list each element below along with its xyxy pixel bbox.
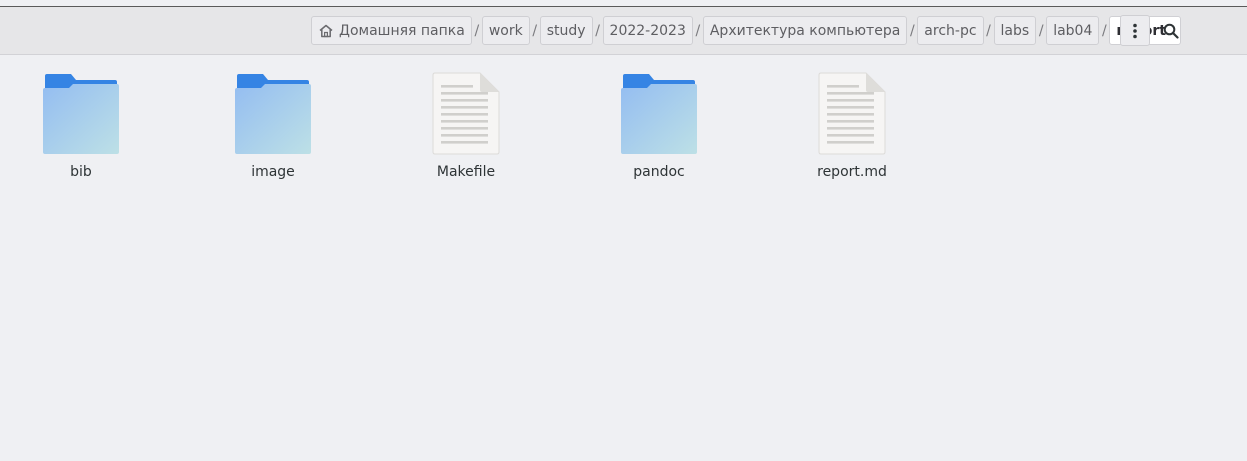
file-name: report.md <box>817 164 887 180</box>
search-button[interactable] <box>1156 15 1186 46</box>
breadcrumb-lab04[interactable]: lab04 <box>1046 16 1100 45</box>
home-icon <box>319 24 333 37</box>
text-file-icon <box>818 72 886 155</box>
breadcrumb-separator: / <box>532 22 538 39</box>
breadcrumb-home-label: Домашняя папка <box>339 22 465 39</box>
file-name: pandoc <box>633 164 685 180</box>
breadcrumb: Домашняя папка / work / study / 2022-202… <box>311 15 1182 46</box>
file-name: image <box>251 164 295 180</box>
breadcrumb-separator: / <box>1102 22 1107 39</box>
breadcrumb-separator: / <box>1038 22 1044 39</box>
breadcrumb-architecture[interactable]: Архитектура компьютера <box>702 16 908 45</box>
file-name: Makefile <box>436 164 496 180</box>
file-item-folder[interactable]: pandoc <box>604 70 714 180</box>
breadcrumb-work[interactable]: work <box>481 16 530 45</box>
breadcrumb-separator: / <box>986 22 991 39</box>
breadcrumb-arch-pc[interactable]: arch-pc <box>917 16 984 45</box>
file-item-folder[interactable]: image <box>218 70 328 180</box>
text-file-icon <box>432 72 500 155</box>
menu-button[interactable] <box>1120 15 1150 46</box>
breadcrumb-separator: / <box>595 22 600 39</box>
file-name: bib <box>70 164 92 180</box>
window-top-edge <box>0 0 1247 7</box>
breadcrumb-separator: / <box>909 22 915 39</box>
breadcrumb-home[interactable]: Домашняя папка <box>311 16 472 45</box>
breadcrumb-separator: / <box>474 22 480 39</box>
header-bar: Домашняя папка / work / study / 2022-202… <box>0 7 1247 55</box>
file-item-text[interactable]: report.md <box>797 70 907 180</box>
file-item-text[interactable]: Makefile <box>411 70 521 180</box>
folder-icon <box>621 74 697 154</box>
folder-icon <box>43 74 119 154</box>
folder-icon <box>235 74 311 154</box>
breadcrumb-labs[interactable]: labs <box>993 16 1037 45</box>
breadcrumb-2022-2023[interactable]: 2022-2023 <box>602 16 693 45</box>
kebab-menu-icon <box>1133 23 1137 38</box>
breadcrumb-separator: / <box>695 22 701 39</box>
breadcrumb-study[interactable]: study <box>539 16 593 45</box>
search-icon <box>1163 23 1179 39</box>
file-item-folder[interactable]: bib <box>26 70 136 180</box>
